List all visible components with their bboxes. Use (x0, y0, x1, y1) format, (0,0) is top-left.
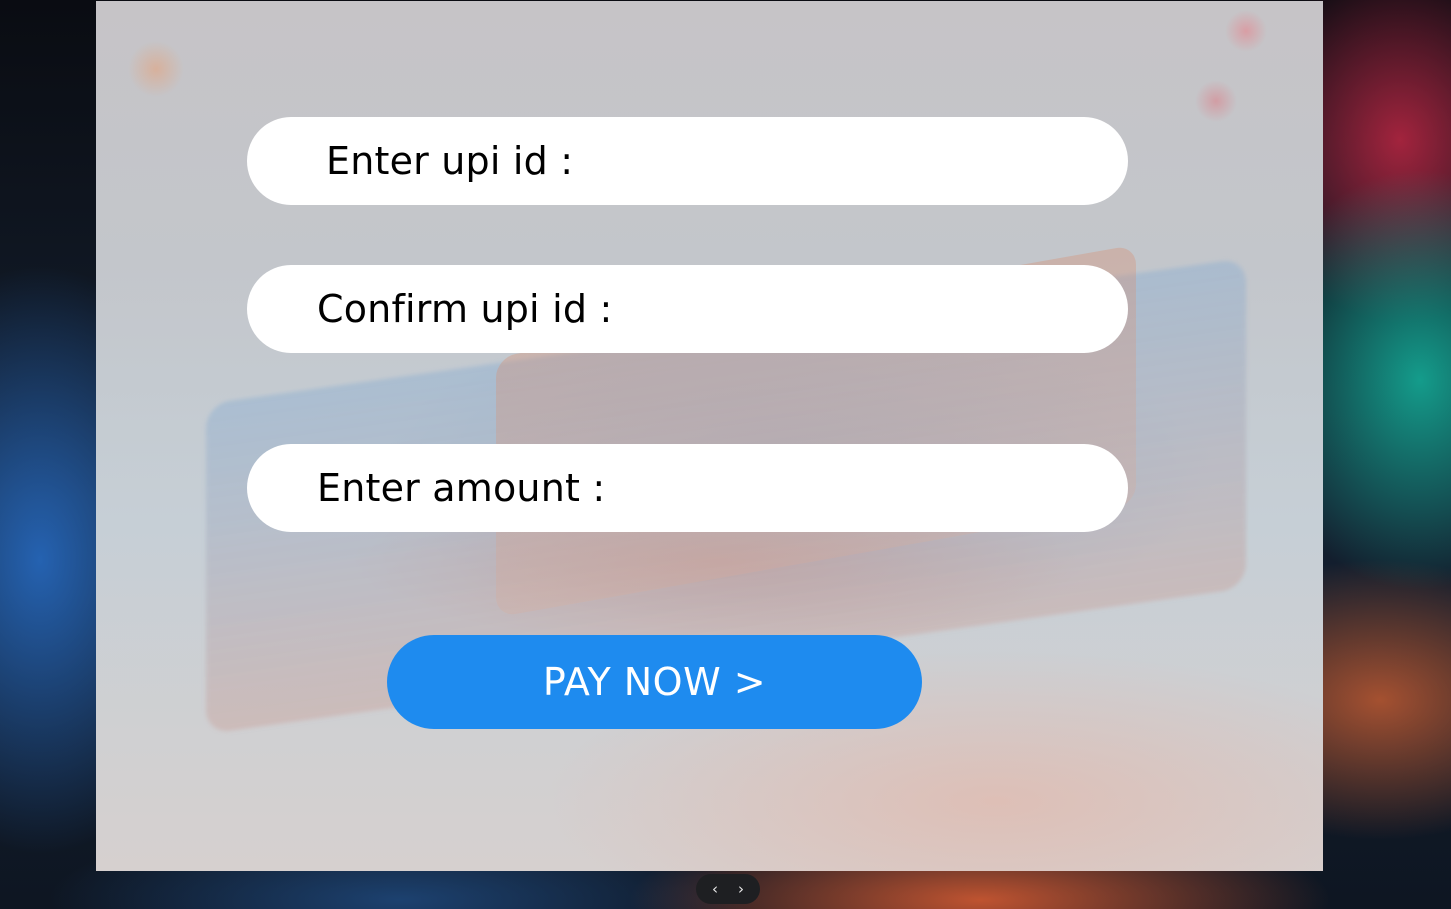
confirm-upi-id-label: Confirm upi id : (317, 287, 613, 331)
chevron-left-icon[interactable]: ‹ (705, 881, 725, 897)
confirm-upi-id-field[interactable]: Confirm upi id : (247, 265, 1128, 353)
amount-field[interactable]: Enter amount : (247, 444, 1128, 532)
chevron-right-icon[interactable]: › (731, 881, 751, 897)
confirm-upi-id-input[interactable] (622, 289, 1088, 329)
amount-label: Enter amount : (317, 466, 606, 510)
slide-pager: ‹ › (696, 874, 760, 904)
upi-id-input[interactable] (583, 141, 1088, 181)
amount-input[interactable] (615, 468, 1088, 508)
upi-id-field[interactable]: Enter upi id : (247, 117, 1128, 205)
upi-id-label: Enter upi id : (326, 139, 574, 183)
presentation-stage: Enter upi id : Confirm upi id : Enter am… (0, 0, 1451, 909)
pay-now-button[interactable]: PAY NOW > (387, 635, 922, 729)
payment-card: Enter upi id : Confirm upi id : Enter am… (96, 1, 1323, 871)
